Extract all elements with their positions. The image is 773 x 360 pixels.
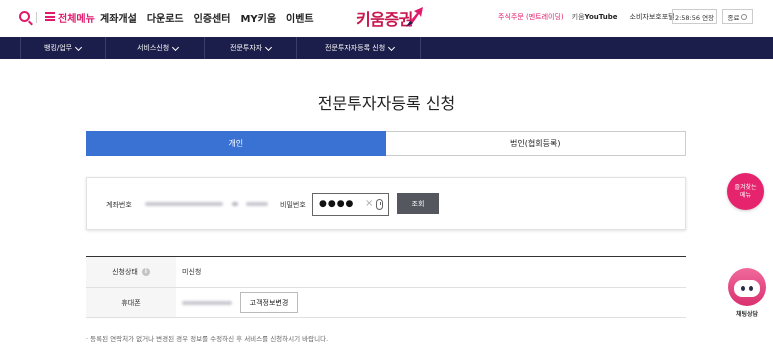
- logout-button[interactable]: 종료: [722, 9, 753, 24]
- phone-header: 휴대폰: [86, 288, 176, 317]
- password-label: 비밀번호: [280, 201, 306, 209]
- youtube-link[interactable]: 키움YouTube: [572, 12, 618, 22]
- chat-consult-label[interactable]: 채팅상담: [727, 309, 767, 318]
- virtual-keyboard-icon[interactable]: [376, 199, 383, 210]
- search-button[interactable]: 조회: [397, 193, 439, 214]
- page: 전체메뉴 계좌개설 다운로드 인증센터 MY키움 이벤트 키움증권 주식주문 (…: [0, 0, 773, 360]
- status-header: 신청상태 i: [86, 257, 176, 287]
- nav-banking[interactable]: 뱅킹/업무: [44, 37, 81, 59]
- account-number-masked: [145, 202, 223, 206]
- tab-individual[interactable]: 개인: [86, 131, 386, 156]
- all-menu-link[interactable]: 전체메뉴: [58, 10, 95, 25]
- utility-nav: 주식주문 (멘트레이딩) 키움YouTube 소비자보호포털: [498, 12, 675, 22]
- power-icon: [741, 13, 748, 20]
- nav-divider: [204, 37, 205, 59]
- clear-icon[interactable]: ×: [365, 198, 373, 209]
- hamburger-menu-icon[interactable]: [45, 12, 55, 21]
- logout-label: 종료: [727, 13, 740, 22]
- account-lookup-box: 계좌번호 비밀번호 ●●●● × 조회: [86, 177, 686, 230]
- chatbot-icon[interactable]: [728, 268, 766, 306]
- nav-divider: [420, 37, 421, 59]
- notice-text: · 등록된 연락처가 없거나 변경된 경우 정보를 수정하신 후 서비스를 신청…: [86, 335, 329, 343]
- nav-download[interactable]: 다운로드: [147, 10, 184, 25]
- status-label: 신청상태: [112, 268, 138, 276]
- tab-corporate[interactable]: 법인(협회등록): [385, 131, 686, 156]
- youtube-word: YouTube: [584, 13, 618, 21]
- table-row: 신청상태 i 미신청: [86, 257, 686, 288]
- account-number-select[interactable]: [142, 192, 272, 217]
- divider: [36, 12, 37, 23]
- consumer-portal-link[interactable]: 소비자보호포털: [630, 12, 675, 22]
- chatbot-face: [734, 280, 760, 297]
- youtube-prefix: 키움: [571, 13, 585, 21]
- account-holder-masked: [246, 202, 268, 206]
- nav-event[interactable]: 이벤트: [286, 10, 314, 25]
- session-timer-extend-button[interactable]: 2:58:56 연장: [672, 9, 717, 24]
- favorites-line1: 즐겨찾는: [734, 183, 757, 191]
- nav-cert-center[interactable]: 인증센터: [194, 10, 231, 25]
- password-input[interactable]: ●●●● ×: [312, 193, 389, 216]
- nav-divider: [20, 37, 21, 59]
- info-icon[interactable]: i: [141, 268, 150, 276]
- phone-number-masked: [182, 301, 232, 305]
- chevron-down-icon: [232, 202, 238, 206]
- logo-arrow-icon: [406, 7, 423, 27]
- nav-my-kiwoom[interactable]: MY키움: [240, 10, 276, 25]
- nav-account-open[interactable]: 계좌개설: [100, 10, 137, 25]
- phone-label: 휴대폰: [121, 298, 141, 307]
- change-customer-info-button[interactable]: 고객정보변경: [240, 292, 298, 313]
- account-number-label: 계좌번호: [106, 201, 132, 209]
- page-title: 전문투자자등록 신청: [317, 94, 456, 113]
- favorite-menu-button[interactable]: 즐겨찾는 메뉴: [727, 173, 764, 210]
- search-icon[interactable]: [19, 11, 30, 22]
- stock-order-link[interactable]: 주식주문 (멘트레이딩): [498, 12, 564, 22]
- nav-divider: [105, 37, 106, 59]
- applicant-type-tabs: 개인 법인(협회등록): [86, 131, 686, 156]
- status-value: 미신청: [182, 268, 202, 276]
- top-nav: 계좌개설 다운로드 인증센터 MY키움 이벤트: [100, 10, 314, 25]
- breadcrumb-nav: 뱅킹/업무 서비스신청 전문투자자 전문투자자등록 신청: [0, 37, 773, 59]
- nav-pro-investor-register[interactable]: 전문투자자등록 신청: [325, 37, 394, 59]
- table-row: 휴대폰 고객정보변경: [86, 288, 686, 318]
- password-value: ●●●●: [319, 199, 355, 209]
- top-header: 전체메뉴 계좌개설 다운로드 인증센터 MY키움 이벤트 키움증권 주식주문 (…: [0, 0, 773, 36]
- nav-pro-investor[interactable]: 전문투자자: [230, 37, 271, 59]
- favorites-line2: 메뉴: [739, 191, 752, 199]
- application-info-table: 신청상태 i 미신청 휴대폰 고객정보변경: [86, 256, 686, 318]
- nav-service-request[interactable]: 서비스신청: [137, 37, 178, 59]
- nav-divider: [296, 37, 297, 59]
